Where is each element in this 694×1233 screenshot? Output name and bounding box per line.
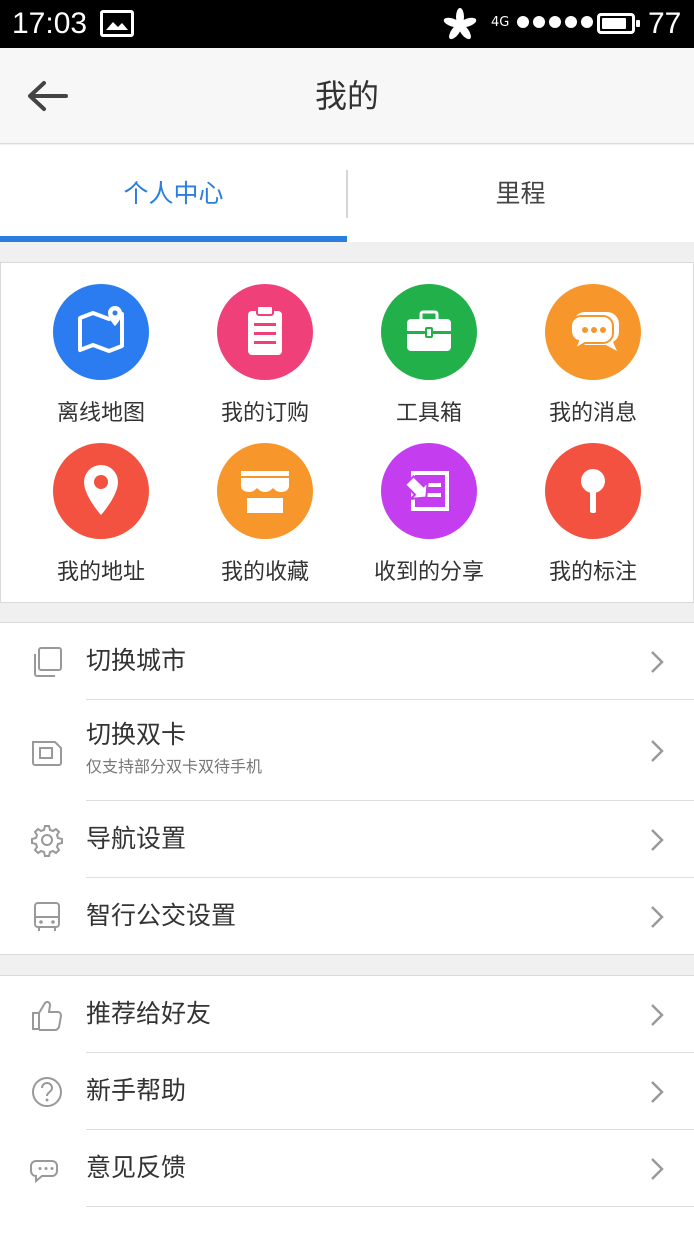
row-navigation-settings[interactable]: 导航设置: [0, 801, 694, 878]
chevron-right-icon: [651, 740, 664, 762]
tab-bar: 个人中心 里程: [0, 145, 694, 242]
network-type: 4G: [491, 15, 510, 30]
grid-label: 我的标注: [548, 560, 637, 585]
chevron-right-icon: [651, 829, 664, 851]
grid-label: 我的订购: [220, 401, 309, 426]
chevron-right-icon: [651, 1004, 664, 1026]
grid-label: 我的地址: [56, 560, 145, 585]
grid-label: 我的消息: [548, 401, 637, 426]
grid-label: 离线地图: [56, 401, 145, 426]
feature-grid: 离线地图 我的订购 工具箱 我的消息 我的地址 我的收藏 收到的分享 我的标注: [0, 262, 694, 603]
row-recommend-to-friends[interactable]: 推荐给好友: [0, 976, 694, 1053]
share-received-icon: [381, 443, 477, 539]
signal-dots-icon: [517, 16, 593, 28]
row-label: 切换双卡: [86, 720, 187, 749]
battery-icon: [597, 13, 640, 34]
row-switch-city[interactable]: 切换城市: [0, 623, 694, 700]
store-icon: [217, 443, 313, 539]
bus-icon: [34, 902, 60, 931]
offline-map-icon: [53, 284, 149, 380]
row-label: 推荐给好友: [86, 999, 212, 1028]
row-label: 导航设置: [86, 824, 187, 853]
page-title: 我的: [314, 77, 379, 115]
image-icon: [100, 10, 134, 37]
grid-label: 工具箱: [395, 401, 462, 426]
status-bar: 17:03 4G 77: [0, 0, 694, 48]
status-time: 17:03: [12, 7, 88, 40]
row-label: 切换城市: [86, 646, 187, 675]
chat-bubbles-icon: [545, 284, 641, 380]
marker-pin-icon: [545, 443, 641, 539]
misc-section: 推荐给好友 新手帮助 意见反馈: [0, 975, 694, 1233]
gear-icon: [31, 825, 63, 857]
tab-mileage[interactable]: 里程: [347, 145, 694, 242]
grid-item-my-markers[interactable]: 我的标注: [511, 443, 675, 593]
active-tab-indicator: [0, 236, 347, 242]
row-switch-dual-sim[interactable]: 切换双卡 仅支持部分双卡双待手机: [0, 700, 694, 801]
chevron-right-icon: [651, 906, 664, 928]
battery-level: 77: [648, 7, 682, 40]
grid-item-offline-map[interactable]: 离线地图: [19, 284, 183, 434]
help-icon: [32, 1077, 62, 1107]
sim-card-icon: [32, 741, 62, 766]
grid-label: 收到的分享: [373, 560, 484, 585]
grid-item-received-shares[interactable]: 收到的分享: [347, 443, 511, 593]
toolbox-icon: [381, 284, 477, 380]
chevron-right-icon: [651, 1158, 664, 1180]
thumbs-up-icon: [32, 1000, 63, 1031]
grid-item-toolbox[interactable]: 工具箱: [347, 284, 511, 434]
clipboard-icon: [217, 284, 313, 380]
settings-section: 切换城市 切换双卡 仅支持部分双卡双待手机 导航设置 智行公交设置: [0, 622, 694, 955]
grid-item-my-orders[interactable]: 我的订购: [183, 284, 347, 434]
row-bus-settings[interactable]: 智行公交设置: [0, 878, 694, 955]
tab-personal-center[interactable]: 个人中心: [0, 145, 347, 242]
grid-item-my-address[interactable]: 我的地址: [19, 443, 183, 593]
app-header: 我的: [0, 48, 694, 144]
row-label: 智行公交设置: [86, 901, 237, 930]
grid-item-my-messages[interactable]: 我的消息: [511, 284, 675, 434]
chevron-right-icon: [651, 651, 664, 673]
location-pin-icon: [53, 443, 149, 539]
grid-label: 我的收藏: [220, 560, 309, 585]
row-feedback[interactable]: 意见反馈: [0, 1130, 694, 1207]
grid-item-my-favorites[interactable]: 我的收藏: [183, 443, 347, 593]
row-label: 意见反馈: [86, 1153, 187, 1182]
row-beginner-help[interactable]: 新手帮助: [0, 1053, 694, 1130]
switch-city-icon: [34, 647, 62, 677]
flower-icon: [443, 8, 477, 40]
row-sublabel: 仅支持部分双卡双待手机: [86, 757, 263, 776]
chevron-right-icon: [651, 1081, 664, 1103]
feedback-icon: [30, 1160, 58, 1184]
row-label: 新手帮助: [86, 1076, 187, 1105]
